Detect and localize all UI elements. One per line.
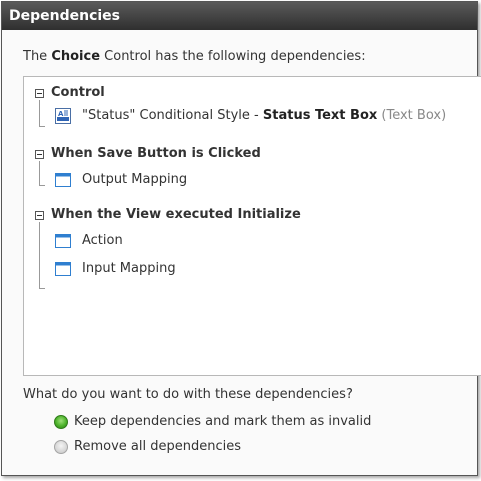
dependency-tree: Control A "Status" Conditional Style - S… xyxy=(23,76,481,376)
intro-control-name: Choice xyxy=(51,49,101,64)
collapse-toggle-icon[interactable] xyxy=(35,211,44,220)
item-text-bold: Status Text Box xyxy=(262,108,378,123)
item-text-suffix: (Text Box) xyxy=(377,108,447,123)
radio-selected-icon[interactable] xyxy=(54,415,68,429)
collapse-toggle-icon[interactable] xyxy=(35,89,44,98)
tree-connector-line xyxy=(39,161,45,186)
text-box-icon: A xyxy=(55,108,71,124)
svg-text:A: A xyxy=(58,110,64,118)
tree-item-label: "Status" Conditional Style - Status Text… xyxy=(82,108,446,123)
window-icon xyxy=(55,233,71,249)
item-text-prefix: "Status" Conditional Style - xyxy=(82,108,263,123)
intro-prefix: The xyxy=(23,49,52,64)
dependency-question: What do you want to do with these depend… xyxy=(23,387,353,402)
tree-connector-line xyxy=(39,100,45,127)
tree-group-title: When Save Button is Clicked xyxy=(51,146,261,161)
tree-item-label: Action xyxy=(82,233,123,248)
intro-text: The Choice Control has the following dep… xyxy=(23,49,366,64)
option-label[interactable]: Keep dependencies and mark them as inval… xyxy=(74,414,371,429)
radio-unselected-icon[interactable] xyxy=(54,440,68,454)
tree-group-title: Control xyxy=(51,85,105,100)
tree-group-title: When the View executed Initialize xyxy=(51,207,301,222)
dependencies-dialog: Dependencies The Choice Control has the … xyxy=(1,1,481,476)
option-label[interactable]: Remove all dependencies xyxy=(74,439,241,454)
dialog-title: Dependencies xyxy=(2,2,477,30)
tree-connector-line xyxy=(39,222,45,289)
window-icon xyxy=(55,261,71,277)
intro-suffix: Control has the following dependencies: xyxy=(100,49,366,64)
collapse-toggle-icon[interactable] xyxy=(35,150,44,159)
window-icon xyxy=(55,172,71,188)
tree-item-label: Input Mapping xyxy=(82,261,176,276)
tree-item-label: Output Mapping xyxy=(82,172,188,187)
